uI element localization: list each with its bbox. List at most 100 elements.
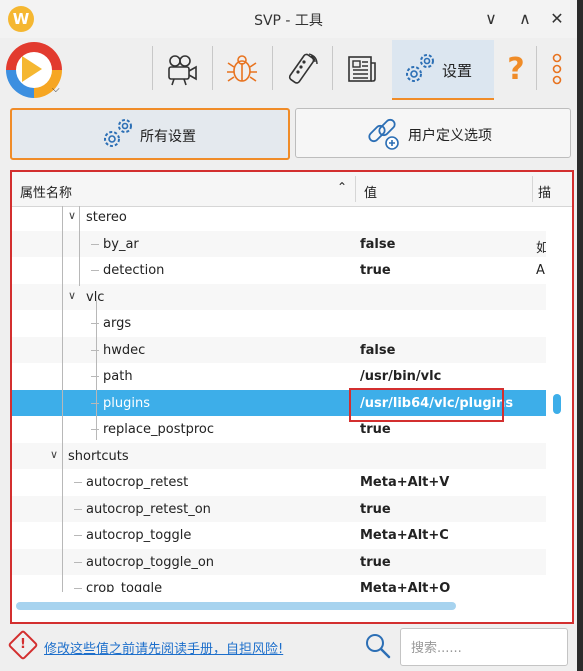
column-header-name[interactable]: 属性名称 bbox=[20, 182, 72, 201]
tab-user-options[interactable]: 用户定义选项 bbox=[295, 108, 571, 158]
tree-row[interactable]: hwdec false bbox=[12, 336, 546, 363]
tree-connector bbox=[91, 402, 99, 404]
camera-icon bbox=[168, 55, 197, 86]
news-tool-button[interactable] bbox=[333, 40, 391, 98]
tree-row[interactable]: path/usr/bin/vlc bbox=[12, 363, 546, 390]
property-name: args bbox=[103, 316, 132, 331]
property-name: shortcuts bbox=[68, 448, 129, 464]
debug-tool-button[interactable] bbox=[213, 40, 271, 98]
vertical-scrollbar-thumb[interactable] bbox=[553, 394, 561, 414]
property-value[interactable]: /usr/bin/vlc bbox=[360, 369, 441, 384]
toolbar-divider bbox=[536, 46, 537, 90]
search-field[interactable] bbox=[400, 628, 568, 666]
search-input[interactable] bbox=[409, 637, 563, 659]
property-value[interactable]: true bbox=[360, 263, 391, 278]
property-description: Au bbox=[536, 263, 546, 278]
tree-row[interactable]: by_ar false 如 bbox=[12, 230, 546, 257]
property-name: autocrop_toggle_on bbox=[86, 554, 215, 570]
property-value[interactable]: false bbox=[360, 237, 395, 252]
property-value[interactable]: true bbox=[360, 555, 391, 570]
value-highlight-box bbox=[349, 388, 504, 422]
tree-guide-line bbox=[96, 300, 97, 440]
bug-icon bbox=[227, 55, 257, 82]
column-header-value[interactable]: 值 bbox=[364, 182, 377, 201]
property-name: hwdec bbox=[103, 342, 146, 358]
title-bar: W SVP - 工具 ∨ ∧ ✕ bbox=[0, 0, 577, 38]
tree-row[interactable]: ∨ stereo bbox=[12, 206, 546, 231]
more-button[interactable] bbox=[540, 40, 574, 98]
tree-row[interactable]: ∨ vlc bbox=[12, 283, 546, 310]
tab-all-settings[interactable]: 所有设置 bbox=[10, 108, 290, 160]
minimize-button[interactable]: ∨ bbox=[480, 8, 502, 30]
tree-row[interactable]: detection true Au bbox=[12, 257, 546, 284]
chevron-down-icon: ⌵ bbox=[52, 84, 60, 95]
tree-row[interactable]: args bbox=[12, 310, 546, 337]
property-value[interactable]: Meta+Alt+C bbox=[360, 528, 449, 543]
newspaper-icon bbox=[348, 56, 376, 82]
help-icon: ? bbox=[507, 51, 525, 87]
property-name: autocrop_retest bbox=[86, 475, 189, 490]
tree-connector bbox=[91, 349, 99, 351]
tree-connector bbox=[91, 270, 99, 271]
tree-row[interactable]: autocrop_retest Meta+Alt+V bbox=[12, 469, 546, 496]
property-name: detection bbox=[103, 263, 165, 278]
tab-settings-label: 设置 bbox=[442, 62, 473, 80]
tab-settings[interactable]: 设置 bbox=[392, 40, 494, 100]
gear-icon bbox=[104, 119, 132, 147]
tab-user-options-label: 用户定义选项 bbox=[408, 128, 492, 144]
main-toolbar: ⌵ 设置 ? bbox=[0, 38, 577, 102]
search-icon bbox=[366, 634, 391, 659]
horizontal-scrollbar[interactable] bbox=[16, 600, 546, 610]
remote-tool-button[interactable] bbox=[273, 40, 331, 98]
svp-tools-window: W SVP - 工具 ∨ ∧ ✕ ⌵ 设置 ? 所有设置 用户定义选项 属性名称… bbox=[0, 0, 577, 671]
tree-connector bbox=[74, 535, 82, 536]
tree-connector bbox=[74, 588, 82, 589]
video-tool-button[interactable] bbox=[153, 40, 211, 98]
tree-connector bbox=[91, 243, 99, 245]
property-value[interactable]: Meta+Alt+O bbox=[360, 581, 450, 592]
table-header: 属性名称 ⌃ 值 描 bbox=[12, 172, 572, 207]
property-name: stereo bbox=[86, 210, 127, 225]
remote-control-icon bbox=[288, 53, 318, 84]
column-header-description[interactable]: 描 bbox=[538, 182, 551, 201]
tree-guide-line bbox=[79, 206, 80, 286]
horizontal-scrollbar-thumb[interactable] bbox=[16, 602, 456, 610]
play-icon bbox=[22, 56, 42, 82]
settings-tree-panel: 属性名称 ⌃ 值 描 ∨ stereo by_ar false 如 detection tr… bbox=[10, 170, 574, 624]
property-name: crop_toggle bbox=[86, 581, 163, 592]
property-value[interactable]: true bbox=[360, 422, 391, 437]
manual-warning-link[interactable]: 修改这些值之前请先阅读手册，自担风险! bbox=[44, 638, 283, 657]
property-value[interactable]: false bbox=[360, 343, 395, 358]
tree-connector bbox=[91, 429, 99, 430]
property-name: autocrop_retest_on bbox=[86, 501, 211, 517]
property-value[interactable]: Meta+Alt+V bbox=[360, 475, 449, 490]
tree-connector bbox=[91, 376, 99, 377]
close-button[interactable]: ✕ bbox=[546, 8, 568, 30]
tree-connector bbox=[74, 561, 82, 563]
tree-connector bbox=[91, 323, 99, 324]
expand-arrow-icon[interactable]: ∨ bbox=[68, 209, 76, 222]
help-button[interactable]: ? bbox=[498, 40, 534, 98]
expand-arrow-icon[interactable]: ∨ bbox=[50, 448, 58, 461]
tree-row[interactable]: ∨ shortcuts bbox=[12, 442, 546, 469]
column-divider[interactable] bbox=[355, 176, 356, 202]
expand-arrow-icon[interactable]: ∨ bbox=[68, 289, 76, 302]
tree-row[interactable]: autocrop_toggle Meta+Alt+C bbox=[12, 522, 546, 549]
link-add-icon bbox=[368, 118, 399, 150]
property-name: autocrop_toggle bbox=[86, 528, 192, 543]
sort-up-icon: ⌃ bbox=[337, 180, 348, 194]
tree-connector bbox=[74, 508, 82, 510]
tree-row[interactable]: autocrop_toggle_on true bbox=[12, 548, 546, 575]
tree-guide-line bbox=[62, 206, 63, 592]
property-name: by_ar bbox=[103, 236, 139, 252]
background-strip bbox=[577, 0, 583, 671]
maximize-button[interactable]: ∧ bbox=[514, 8, 536, 30]
property-value[interactable]: true bbox=[360, 502, 391, 517]
property-name: plugins bbox=[103, 395, 150, 411]
gear-icon bbox=[406, 54, 434, 82]
vertical-scrollbar[interactable] bbox=[548, 206, 568, 592]
column-divider[interactable] bbox=[532, 176, 533, 202]
tree-row[interactable]: crop_toggle Meta+Alt+O bbox=[12, 575, 546, 592]
tree-row[interactable]: autocrop_retest_on true bbox=[12, 495, 546, 522]
property-name: path bbox=[103, 369, 133, 384]
